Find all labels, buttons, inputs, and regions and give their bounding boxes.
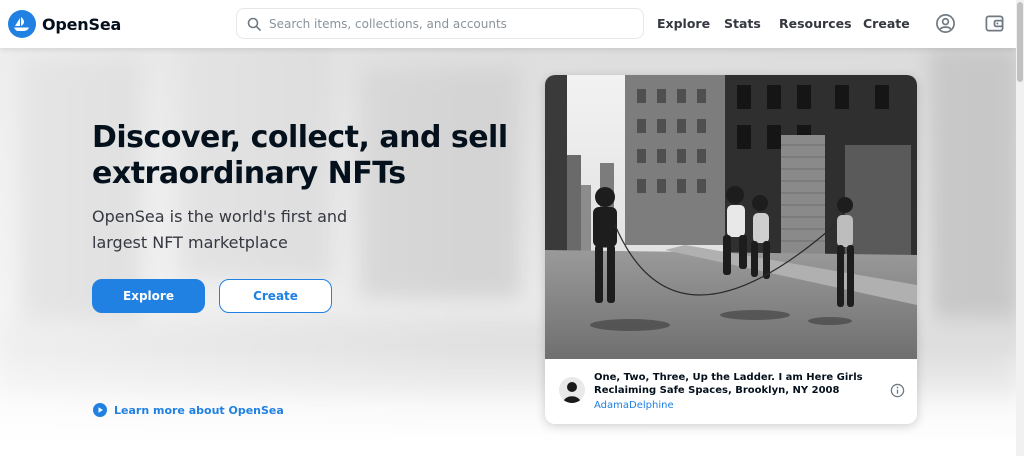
nav-create[interactable]: Create [863, 16, 910, 31]
page-scrollbar[interactable] [1016, 0, 1024, 456]
scrollbar-thumb[interactable] [1017, 2, 1023, 82]
nav-stats[interactable]: Stats [724, 16, 761, 31]
account-icon[interactable] [935, 13, 956, 34]
nav-resources[interactable]: Resources [779, 16, 852, 31]
learn-more-link[interactable]: Learn more about OpenSea [93, 403, 284, 417]
learn-more-label: Learn more about OpenSea [114, 403, 284, 417]
play-circle-icon [93, 403, 107, 417]
featured-nft-title[interactable]: One, Two, Three, Up the Ladder. I am Her… [594, 371, 884, 397]
search-input[interactable] [269, 16, 629, 31]
explore-button[interactable]: Explore [92, 279, 205, 313]
hero-section: Discover, collect, and sell extraordinar… [0, 48, 1016, 440]
create-button[interactable]: Create [219, 279, 332, 313]
nav-explore[interactable]: Explore [657, 16, 710, 31]
logo-text: OpenSea [42, 14, 122, 34]
logo[interactable]: OpenSea [8, 10, 121, 38]
search-bar[interactable] [236, 8, 644, 39]
wallet-icon[interactable] [984, 13, 1005, 34]
featured-creator-link[interactable]: AdamaDelphine [594, 400, 674, 411]
info-icon[interactable] [890, 383, 905, 398]
creator-avatar[interactable] [559, 377, 585, 403]
search-icon [247, 17, 261, 31]
hero-headline: Discover, collect, and sell extraordinar… [92, 120, 508, 191]
featured-card-footer: One, Two, Three, Up the Ladder. I am Her… [545, 359, 917, 424]
page-bottom-area [0, 440, 1016, 456]
featured-nft-card[interactable]: One, Two, Three, Up the Ladder. I am Her… [545, 75, 917, 424]
hero-subhead: OpenSea is the world's first and largest… [92, 207, 348, 252]
opensea-logo-icon [8, 10, 36, 38]
featured-nft-image[interactable] [545, 75, 917, 359]
top-navbar: OpenSea Explore Stats Resources Create [0, 0, 1016, 48]
